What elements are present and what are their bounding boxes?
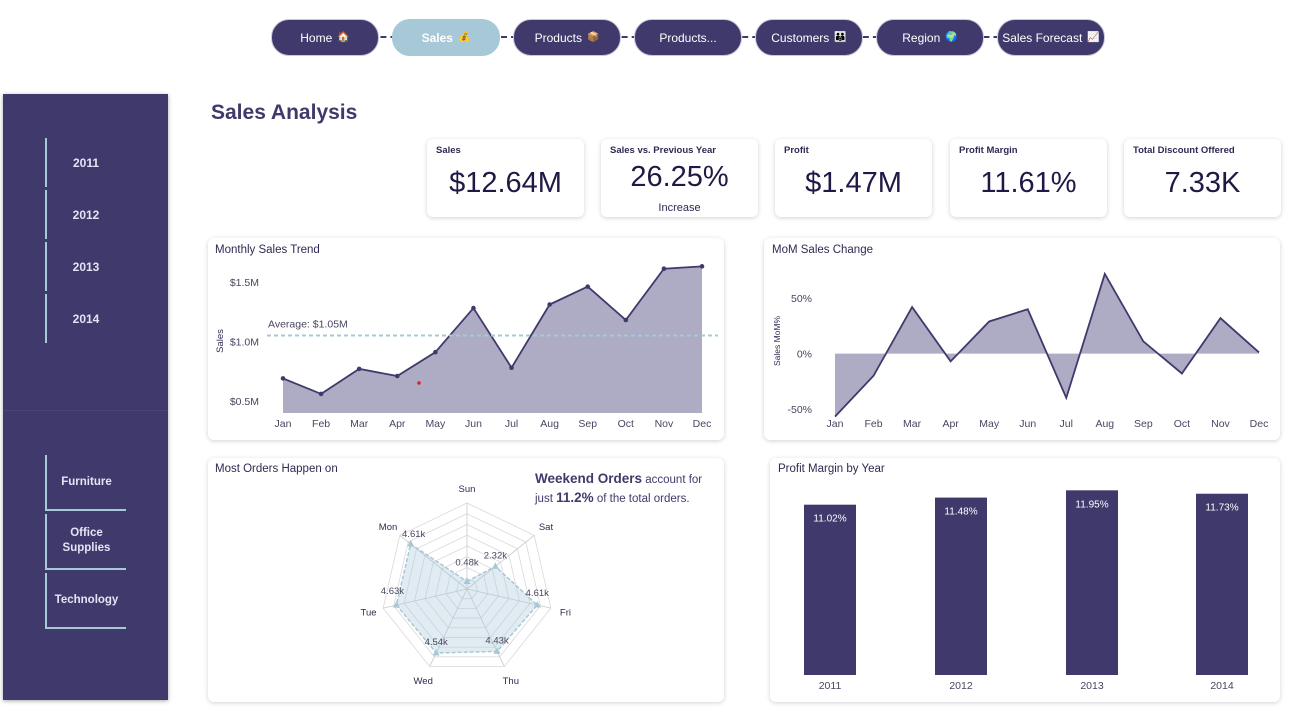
year-filter-2014[interactable]: 2014: [45, 294, 125, 343]
nav-tab-label: Sales: [421, 30, 453, 45]
chart-title: MoM Sales Change: [772, 244, 873, 256]
nav-tab-products[interactable]: Products...: [634, 19, 742, 56]
kpi-subtext: Increase: [658, 202, 701, 214]
note-text: of the total orders.: [593, 493, 690, 505]
kpi-value: 26.25%: [630, 161, 729, 193]
nav-tab-icon: 📈: [1087, 32, 1100, 43]
kpi-label: Total Discount Offered: [1133, 145, 1235, 156]
category-filter-technology[interactable]: Technology: [45, 573, 126, 629]
kpi-label: Profit Margin: [959, 145, 1018, 156]
nav-tab-label: Home: [300, 30, 333, 45]
kpi-value: $1.47M: [805, 167, 902, 199]
kpi-label: Sales: [436, 145, 461, 156]
chart-title: Monthly Sales Trend: [215, 244, 320, 256]
nav-tab-label: Products: [534, 30, 582, 45]
sidebar: 2011 2012 2013 2014 Furniture Office Sup…: [3, 94, 168, 700]
dashboard: Home 🏠 Sales 💰 Products 📦 Products... Customers…: [0, 0, 1316, 716]
nav-tab-label: Sales Forecast: [1002, 30, 1083, 45]
kpi-label: Profit: [784, 145, 809, 156]
nav-tab-icon: 📦: [586, 32, 600, 43]
year-filter-2012[interactable]: 2012: [45, 190, 125, 239]
note-percent: 11.2%: [556, 490, 594, 505]
kpi-card-sales: Sales $12.64M: [427, 139, 584, 217]
nav-tab-region[interactable]: Region 🌍: [876, 19, 984, 56]
nav-tab-label: Products...: [659, 30, 717, 45]
nav-tab-icon: 💰: [457, 32, 471, 43]
nav-tab-sales-forecast[interactable]: Sales Forecast 📈: [997, 19, 1105, 56]
kpi-card-sales-vs-previous-year: Sales vs. Previous Year 26.25% Increase: [601, 139, 758, 217]
nav-tab-products[interactable]: Products 📦: [513, 19, 621, 56]
profit-margin-panel: Profit Margin by Year: [770, 458, 1280, 702]
note-highlight: Weekend Orders: [535, 471, 643, 486]
year-filter-2013[interactable]: 2013: [45, 242, 125, 291]
page-title: Sales Analysis: [211, 101, 358, 124]
nav-tab-icon: 🌍: [945, 32, 958, 43]
nav-tab-icon: 🏠: [337, 32, 350, 43]
kpi-value: $12.64M: [449, 167, 562, 199]
weekend-orders-note: Weekend Orders account for just 11.2% of…: [535, 470, 715, 508]
category-filter-furniture[interactable]: Furniture: [45, 455, 126, 511]
mom-sales-panel: MoM Sales Change: [764, 238, 1280, 440]
sidebar-divider: [3, 410, 168, 411]
chart-title: Most Orders Happen on: [215, 463, 338, 475]
kpi-card-profit-margin: Profit Margin 11.61%: [950, 139, 1107, 217]
category-filter-office-supplies[interactable]: Office Supplies: [45, 514, 126, 570]
nav-tab-icon: 👪: [834, 32, 847, 43]
kpi-card-total-discount: Total Discount Offered 7.33K: [1124, 139, 1281, 217]
nav-tab-label: Customers: [771, 30, 830, 45]
nav-tab-label: Region: [902, 30, 941, 45]
nav-tab-customers[interactable]: Customers 👪: [755, 19, 863, 56]
chart-title: Profit Margin by Year: [778, 463, 885, 475]
monthly-sales-panel: Monthly Sales Trend: [208, 238, 724, 440]
nav-tab-sales[interactable]: Sales 💰: [392, 19, 500, 56]
kpi-value: 7.33K: [1164, 167, 1241, 199]
kpi-value: 11.61%: [980, 167, 1077, 199]
kpi-card-profit: Profit $1.47M: [775, 139, 932, 217]
kpi-label: Sales vs. Previous Year: [610, 145, 716, 156]
nav-tab-home[interactable]: Home 🏠: [271, 19, 379, 56]
year-filter-2011[interactable]: 2011: [45, 138, 125, 187]
